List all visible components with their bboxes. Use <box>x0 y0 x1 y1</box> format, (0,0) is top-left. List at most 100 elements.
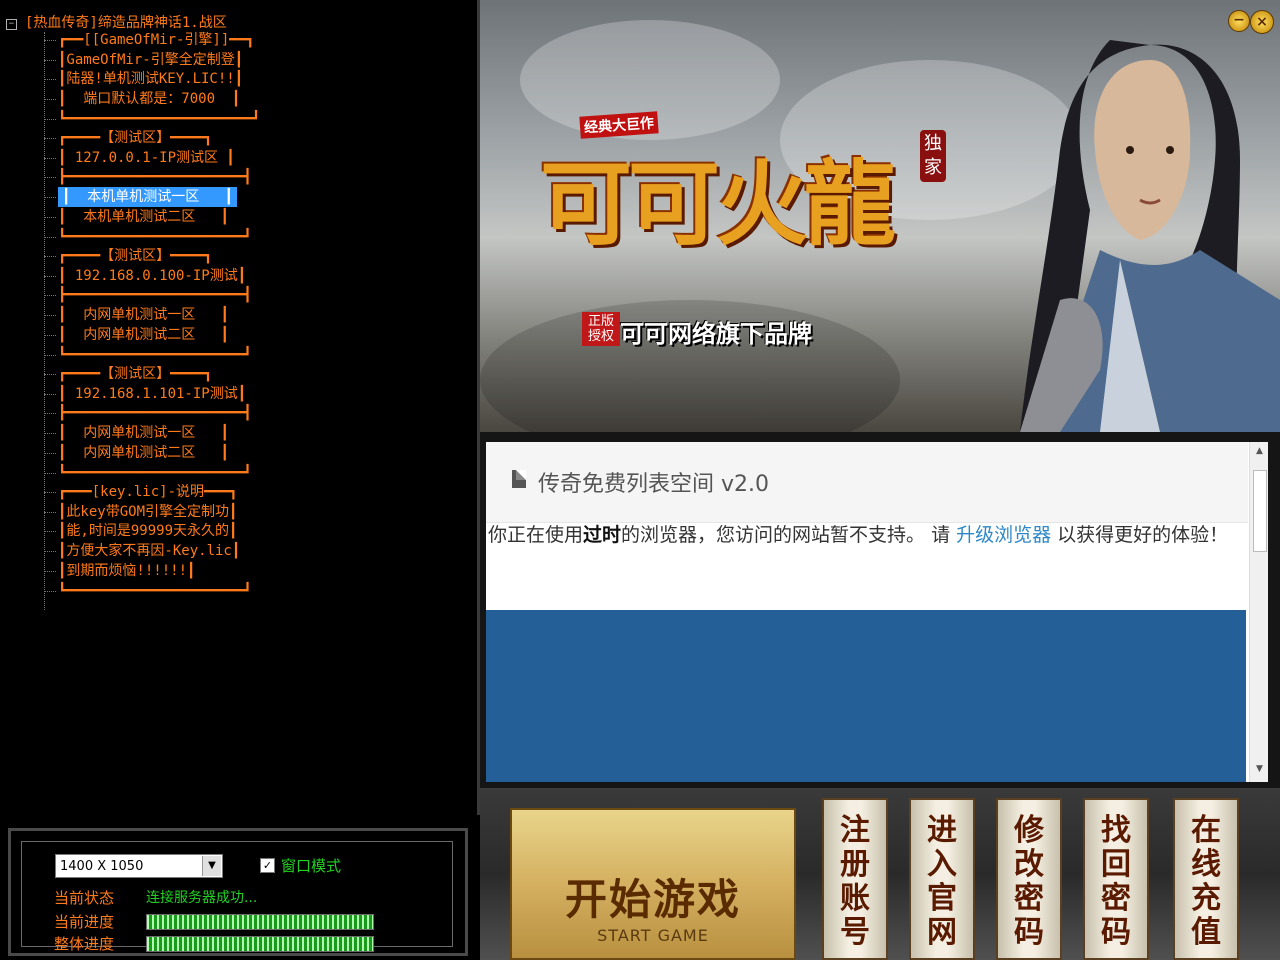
collapse-icon[interactable]: − <box>6 19 17 30</box>
tree-node-label: ┃能,时间是99999天永久的┃ <box>58 523 238 539</box>
tree-node-label: ┗━━━━━━━━━━━━━━━━━━━━━┛ <box>58 465 252 481</box>
tree-connector <box>44 374 56 375</box>
overall-progress-bar <box>146 936 374 952</box>
tree-node-label: ┃ 内网单机测试一区 ┃ <box>58 425 230 441</box>
chevron-down-icon[interactable]: ▼ <box>202 856 221 876</box>
upgrade-browser-link[interactable]: 升级浏览器 <box>956 524 1051 546</box>
official-site-label: 进入官网 <box>927 813 957 950</box>
tree-node-label: ┣━━━━━━━━━━━━━━━━━━━━━┫ <box>58 287 252 303</box>
tree-connector <box>44 79 56 80</box>
tree-connector <box>44 276 56 277</box>
overall-progress-fill <box>147 937 373 951</box>
scrollbar-thumb[interactable] <box>1253 470 1267 552</box>
status-value: 连接服务器成功... <box>146 890 258 906</box>
authorized-badge: 正版授权 <box>582 312 620 346</box>
window-mode-checkbox[interactable]: ✓ <box>260 858 275 873</box>
tree-node-label: ┣━━━━━━━━━━━━━━━━━━━━━┫ <box>58 169 252 185</box>
tree-connector <box>44 315 56 316</box>
action-button-bar: 开始游戏 START GAME 注册账号 进入官网 修改密码 找回密码 在线充值 <box>480 788 1280 960</box>
change-password-label: 修改密码 <box>1014 813 1044 950</box>
tree-connector <box>44 355 56 356</box>
resolution-select[interactable]: 1400 X 1050 ▼ <box>55 854 223 878</box>
tree-node-label: ┣━━━━━━━━━━━━━━━━━━━━━┫ <box>58 405 252 421</box>
tree-root[interactable]: − [热血传奇]缔造品牌神话1.战区 <box>6 12 227 32</box>
recover-password-button[interactable]: 找回密码 <box>1083 798 1149 960</box>
hero-character-image <box>1020 40 1280 432</box>
tree-node-label: ┃ 端口默认都是：7000 ┃ <box>58 91 241 107</box>
tree-node-label: ┃ 内网单机测试一区 ┃ <box>58 307 230 323</box>
recharge-label: 在线充值 <box>1191 813 1221 950</box>
register-button[interactable]: 注册账号 <box>822 798 888 960</box>
outdated-browser-message: 你正在使用过时的浏览器，您访问的网站暂不支持。 请 升级浏览器 以获得更好的体验… <box>488 517 1240 553</box>
tree-connector <box>44 571 56 572</box>
vertical-scrollbar[interactable]: ▲ ▼ <box>1249 442 1268 782</box>
embedded-browser: 传奇免费列表空间 v2.0 你正在使用过时的浏览器，您访问的网站暂不支持。 请 … <box>486 442 1268 782</box>
start-game-button[interactable]: 开始游戏 START GAME <box>510 808 796 960</box>
tree-node-label: ┃ 本机单机测试一区 ┃ <box>58 187 238 207</box>
tree-node-label: ┏━━[[GameOfMir-引擎]]━━┓ <box>58 32 255 48</box>
tree-node-label: ┃方便大家不再因-Key.lic┃ <box>58 543 241 559</box>
tree-node-label: ┃陆器!单机测试KEY.LIC!!┃ <box>58 71 244 87</box>
tree-connector <box>44 119 56 120</box>
register-label: 注册账号 <box>840 813 870 950</box>
tree-node-label: ┃ 127.0.0.1-IP测试区 ┃ <box>58 150 235 166</box>
tree-connector <box>44 197 56 198</box>
news-frame: 传奇免费列表空间 v2.0 你正在使用过时的浏览器，您访问的网站暂不支持。 请 … <box>480 432 1280 788</box>
tree-connector <box>44 492 56 493</box>
launcher-settings-panel: 1400 X 1050 ▼ ✓ 窗口模式 当前状态 连接服务器成功... 当前进… <box>8 828 468 956</box>
current-progress-bar <box>146 914 374 930</box>
browser-page-title: 传奇免费列表空间 v2.0 <box>538 472 770 497</box>
settings-inner: 1400 X 1050 ▼ ✓ 窗口模式 当前状态 连接服务器成功... 当前进… <box>21 841 453 953</box>
tree-connector <box>44 433 56 434</box>
status-label: 当前状态 <box>54 889 115 907</box>
window-mode-label[interactable]: 窗口模式 <box>281 855 341 876</box>
tree-connector <box>44 158 56 159</box>
tree-node-label: ┗━━━━━━━━━━━━━━━━━━━━━┛ <box>58 583 252 599</box>
browser-header: 传奇免费列表空间 v2.0 <box>486 442 1248 523</box>
tree-node-label: ┃ 192.168.0.100-IP测试┃ <box>58 268 247 284</box>
tree-node-label: ┗━━━━━━━━━━━━━━━━━━━━━┛ <box>58 347 252 363</box>
minimize-button[interactable]: − <box>1228 10 1250 32</box>
tree-connector <box>44 512 56 513</box>
current-progress-label: 当前进度 <box>54 913 115 931</box>
tree-node-label: ┃ 本机单机测试二区 ┃ <box>58 209 230 225</box>
tree-connector <box>44 473 56 474</box>
game-banner: 经典大巨作 可可火龍 独家 正版授权 可可网络旗下品牌 − × <box>480 0 1280 432</box>
tree-node-label: ┃ 192.168.1.101-IP测试┃ <box>58 386 247 402</box>
change-password-button[interactable]: 修改密码 <box>996 798 1062 960</box>
tree-node-label: ┏━━━━【测试区】━━━━┓ <box>58 130 213 146</box>
tree-connector <box>44 394 56 395</box>
tree-node-label: ┃ 内网单机测试二区 ┃ <box>58 327 230 343</box>
tree-connector <box>44 256 56 257</box>
content-area <box>486 610 1246 782</box>
recharge-button[interactable]: 在线充值 <box>1173 798 1239 960</box>
overall-progress-label: 整体进度 <box>54 935 115 953</box>
exclusive-badge: 独家 <box>920 130 946 182</box>
tree-root-label[interactable]: [热血传奇]缔造品牌神话1.战区 <box>25 15 227 31</box>
tree-connector <box>44 413 56 414</box>
tree-connector <box>44 453 56 454</box>
document-icon <box>512 470 526 488</box>
scroll-up-icon[interactable]: ▲ <box>1250 446 1268 460</box>
start-game-label: 开始游戏 <box>564 875 741 924</box>
game-logo-title: 可可火龍 <box>540 150 896 258</box>
recover-password-label: 找回密码 <box>1101 813 1131 950</box>
tree-connector <box>44 237 56 238</box>
tree-connector <box>44 177 56 178</box>
message-suffix: 以获得更好的体验！ <box>1051 524 1229 546</box>
message-prefix: 你正在使用 <box>488 524 584 546</box>
close-button[interactable]: × <box>1250 10 1274 34</box>
current-progress-fill <box>147 915 373 929</box>
server-tree-frame: − [热血传奇]缔造品牌神话1.战区 ┏━━[[GameOfMir-引擎]]━━┓… <box>0 0 480 815</box>
message-mid: 的浏览器，您访问的网站暂不支持。 请 <box>621 524 957 546</box>
tree-node-label: ┃此key带GOM引擎全定制功┃ <box>58 504 238 520</box>
tree-connector <box>44 591 56 592</box>
scroll-down-icon[interactable]: ▼ <box>1250 764 1268 778</box>
tree-node-label: ┏━━━━【测试区】━━━━┓ <box>58 248 213 264</box>
official-site-button[interactable]: 进入官网 <box>909 798 975 960</box>
server-list-panel: − [热血传奇]缔造品牌神话1.战区 ┏━━[[GameOfMir-引擎]]━━┓… <box>0 0 480 960</box>
tree-node-label: ┗━━━━━━━━━━━━━━━━━━━━━━┛ <box>58 111 261 127</box>
tree-connector <box>44 531 56 532</box>
tree-connector <box>44 138 56 139</box>
tree-node-label: ┃GameOfMir-引擎全定制登┃ <box>58 52 244 68</box>
